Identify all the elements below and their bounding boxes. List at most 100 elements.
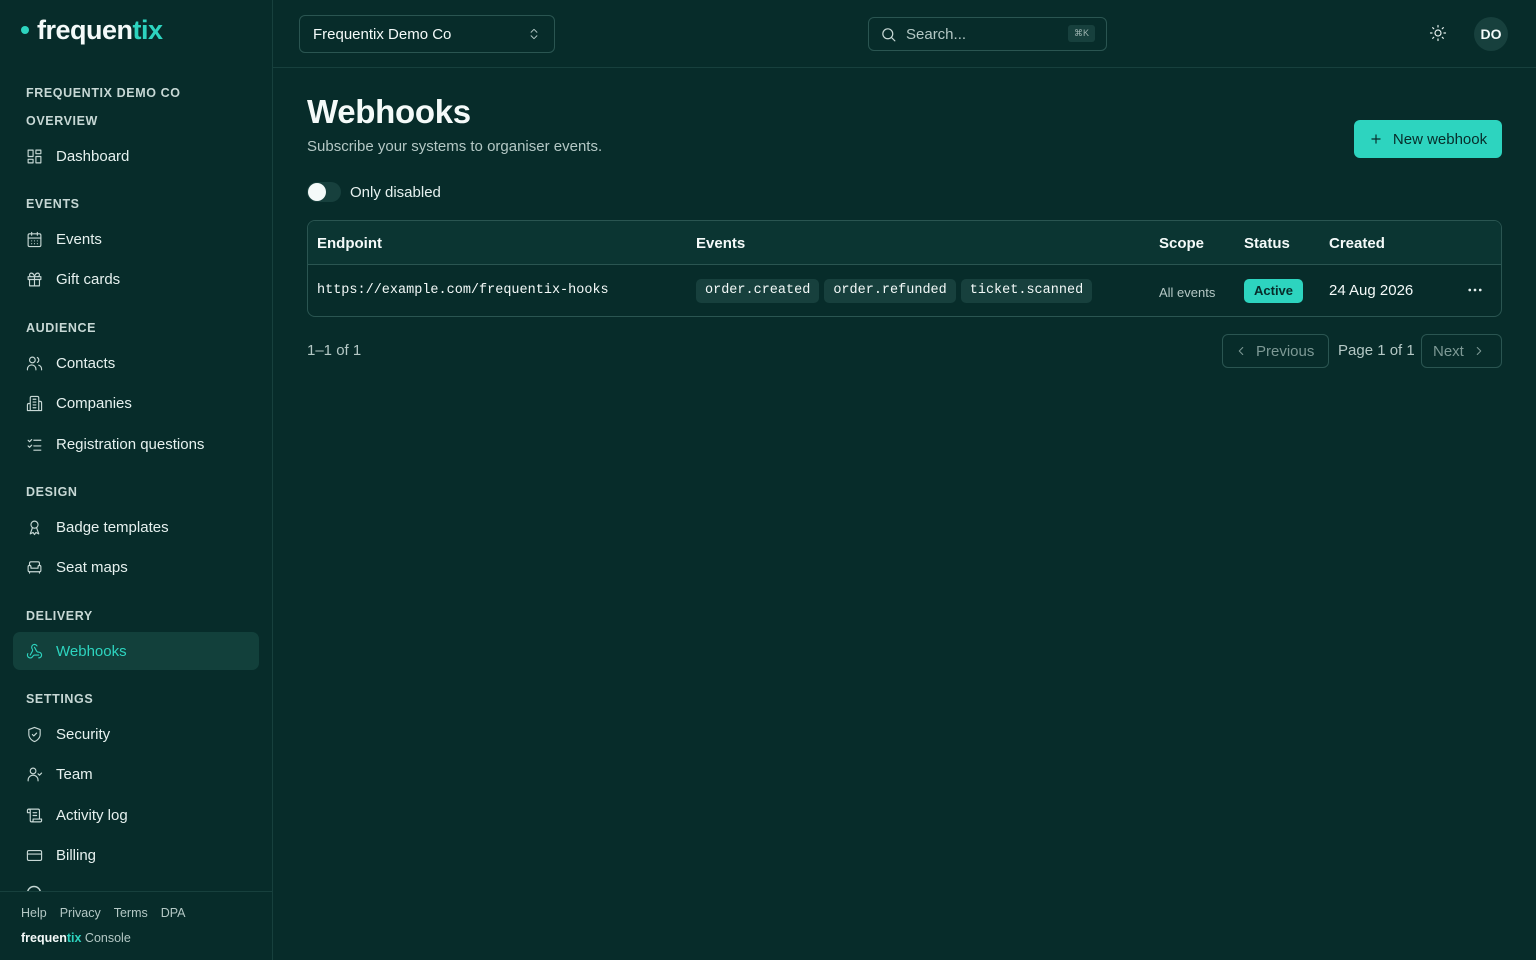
theme-toggle-button[interactable] <box>1429 24 1449 44</box>
sidebar: frequentix FREQUENTIX DEMO CO OVERVIEW D… <box>0 0 273 960</box>
section-label-design: DESIGN <box>26 485 78 499</box>
footer-brand: frequentix Console <box>21 931 131 945</box>
sidebar-item-webhooks[interactable]: Webhooks <box>13 632 259 670</box>
sidebar-item-label: Activity log <box>56 806 128 824</box>
gift-icon <box>27 272 42 286</box>
previous-page-button[interactable]: Previous <box>1222 334 1329 368</box>
search-placeholder: Search... <box>906 25 967 43</box>
footer-link-help[interactable]: Help <box>21 906 47 920</box>
column-header-scope[interactable]: Scope <box>1159 235 1204 252</box>
new-webhook-label: New webhook <box>1392 130 1488 148</box>
sidebar-item-billing[interactable]: Billing <box>13 836 259 874</box>
column-header-events[interactable]: Events <box>696 235 745 252</box>
list-checks-icon <box>27 438 42 451</box>
toggle-knob <box>308 183 326 201</box>
avatar[interactable]: DO <box>1474 17 1508 51</box>
sidebar-item-label: Team <box>56 765 93 783</box>
webhook-icon <box>26 643 43 658</box>
table-row[interactable]: https://example.com/frequentix-hooks ord… <box>308 265 1501 316</box>
sidebar-item-label: Contacts <box>56 354 116 372</box>
footer-link-terms[interactable]: Terms <box>114 906 148 920</box>
only-disabled-label: Only disabled <box>350 183 441 201</box>
next-page-button[interactable]: Next <box>1421 334 1502 368</box>
status-badge: Active <box>1244 279 1304 303</box>
sidebar-item-label: Billing <box>56 846 97 864</box>
sidebar-item-label: Webhooks <box>56 642 127 660</box>
column-header-status[interactable]: Status <box>1244 235 1290 252</box>
sidebar-item-companies[interactable]: Companies <box>13 384 259 422</box>
next-label: Next <box>1433 342 1464 360</box>
sidebar-item-team[interactable]: Team <box>13 755 259 793</box>
sidebar-item-contacts[interactable]: Contacts <box>13 344 259 382</box>
webhook-scope: All events <box>1159 285 1216 300</box>
row-actions-button[interactable] <box>1466 281 1484 299</box>
search-input[interactable]: Search... ⌘K <box>868 17 1107 51</box>
webhook-created-date: 24 Aug 2026 <box>1329 282 1414 299</box>
org-selector[interactable]: Frequentix Demo Co <box>299 15 555 53</box>
credit-card-icon <box>26 849 43 861</box>
logo-dot-icon <box>21 26 29 34</box>
results-count: 1–1 of 1 <box>307 342 362 359</box>
footer-link-dpa[interactable]: DPA <box>161 906 186 920</box>
section-label-settings: SETTINGS <box>26 692 94 706</box>
sidebar-item-events[interactable]: Events <box>13 220 259 258</box>
plus-icon <box>1371 134 1381 144</box>
section-label-audience: AUDIENCE <box>26 321 97 335</box>
sidebar-item-security[interactable]: Security <box>13 715 259 753</box>
table-header: Endpoint Events Scope Status Created <box>308 221 1501 265</box>
armchair-icon <box>27 560 42 574</box>
chevrons-up-down-icon <box>530 28 538 40</box>
event-chip: ticket.scanned <box>960 279 1093 303</box>
user-icon <box>27 767 43 781</box>
sidebar-item-label: Badge templates <box>56 518 169 536</box>
sidebar-item-label: Seat maps <box>56 558 128 576</box>
sidebar-item-registration-questions[interactable]: Registration questions <box>13 425 259 463</box>
only-disabled-filter: Only disabled <box>307 182 441 202</box>
sidebar-footer: Help Privacy Terms DPA frequentix Consol… <box>0 891 272 960</box>
ribbon-icon <box>29 520 40 535</box>
more-horizontal-icon <box>1468 288 1482 292</box>
chevron-left-icon <box>1238 346 1244 356</box>
footer-links: Help Privacy Terms DPA <box>21 906 186 920</box>
org-selector-value: Frequentix Demo Co <box>313 25 452 43</box>
sidebar-item-badge-templates[interactable]: Badge templates <box>13 508 259 546</box>
column-header-endpoint[interactable]: Endpoint <box>317 235 382 252</box>
event-chip: order.refunded <box>824 279 956 303</box>
sidebar-item-dashboard[interactable]: Dashboard <box>13 137 259 175</box>
page-title: Webhooks <box>307 93 471 130</box>
sun-icon <box>1429 24 1447 42</box>
section-label-delivery: DELIVERY <box>26 609 93 623</box>
scroll-icon <box>26 808 43 822</box>
webhooks-table: Endpoint Events Scope Status Created htt… <box>307 220 1502 317</box>
sidebar-item-label: Dashboard <box>56 147 130 165</box>
new-webhook-button[interactable]: New webhook <box>1354 120 1502 158</box>
search-shortcut: ⌘K <box>1067 25 1095 42</box>
column-header-created[interactable]: Created <box>1329 235 1385 252</box>
sidebar-item-label: Registration questions <box>56 435 205 453</box>
sidebar-item-label: Gift cards <box>56 270 121 288</box>
sidebar-item-label: Events <box>56 230 102 248</box>
webhook-endpoint: https://example.com/frequentix-hooks <box>317 283 609 298</box>
logo-text: frequentix <box>37 14 163 45</box>
search-icon <box>882 27 896 41</box>
footer-link-privacy[interactable]: Privacy <box>60 906 101 920</box>
dashboard-icon <box>27 149 42 163</box>
previous-label: Previous <box>1256 342 1315 360</box>
sidebar-item-label: Companies <box>56 394 132 412</box>
only-disabled-toggle[interactable] <box>307 182 341 202</box>
shield-icon <box>28 726 41 742</box>
topbar: Frequentix Demo Co Search... ⌘K DO <box>273 0 1536 68</box>
webhook-events: order.created order.refunded ticket.scan… <box>696 279 1093 303</box>
sidebar-item-gift-cards[interactable]: Gift cards <box>13 260 259 298</box>
sidebar-org-name: FREQUENTIX DEMO CO <box>26 86 181 100</box>
calendar-icon <box>27 231 42 247</box>
logo[interactable]: frequentix <box>21 14 163 46</box>
chevron-right-icon <box>1476 346 1482 356</box>
sidebar-item-seat-maps[interactable]: Seat maps <box>13 548 259 586</box>
building-icon <box>26 395 43 411</box>
event-chip: order.created <box>696 279 820 303</box>
page-subtitle: Subscribe your systems to organiser even… <box>307 138 603 155</box>
section-label-events: EVENTS <box>26 197 80 211</box>
sidebar-item-activity-log[interactable]: Activity log <box>13 796 259 834</box>
section-label-overview: OVERVIEW <box>26 114 98 128</box>
